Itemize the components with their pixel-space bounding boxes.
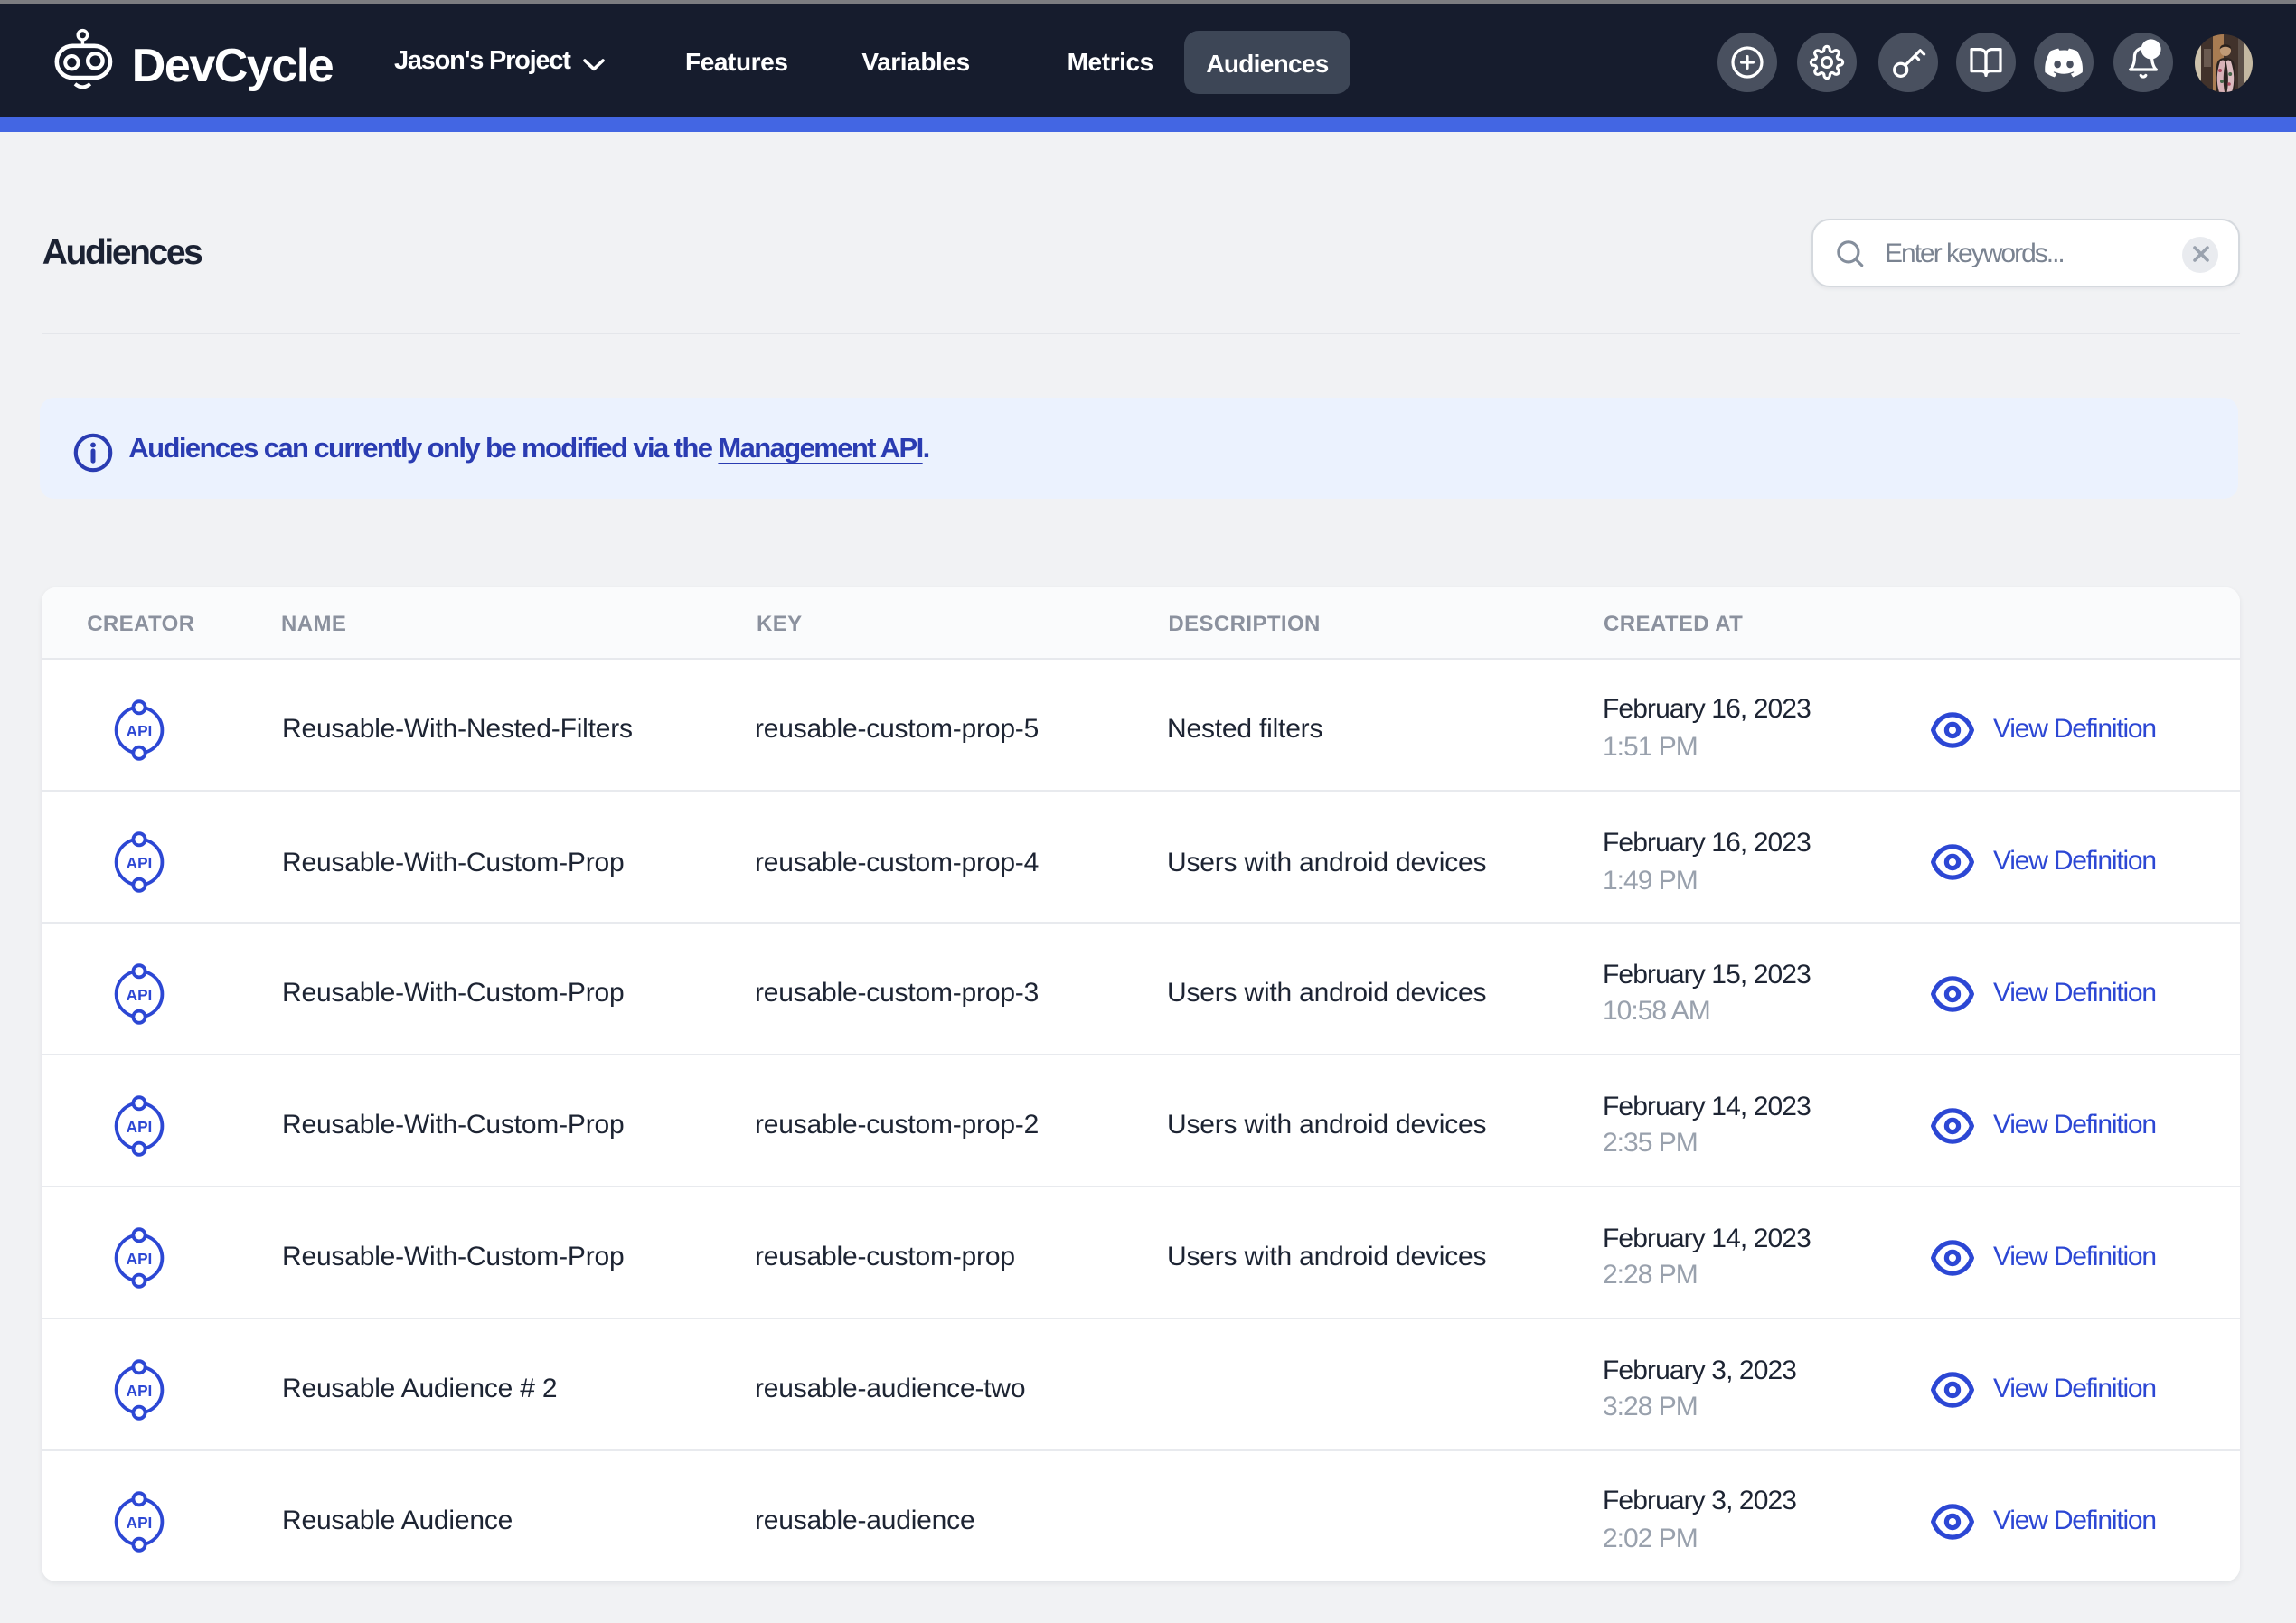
svg-text:API: API — [126, 721, 152, 739]
svg-text:API: API — [126, 1118, 152, 1136]
svg-text:API: API — [126, 854, 152, 872]
svg-text:API: API — [126, 1381, 152, 1399]
svg-text:API: API — [126, 1250, 152, 1268]
svg-text:API: API — [126, 1513, 152, 1531]
svg-text:API: API — [126, 986, 152, 1004]
